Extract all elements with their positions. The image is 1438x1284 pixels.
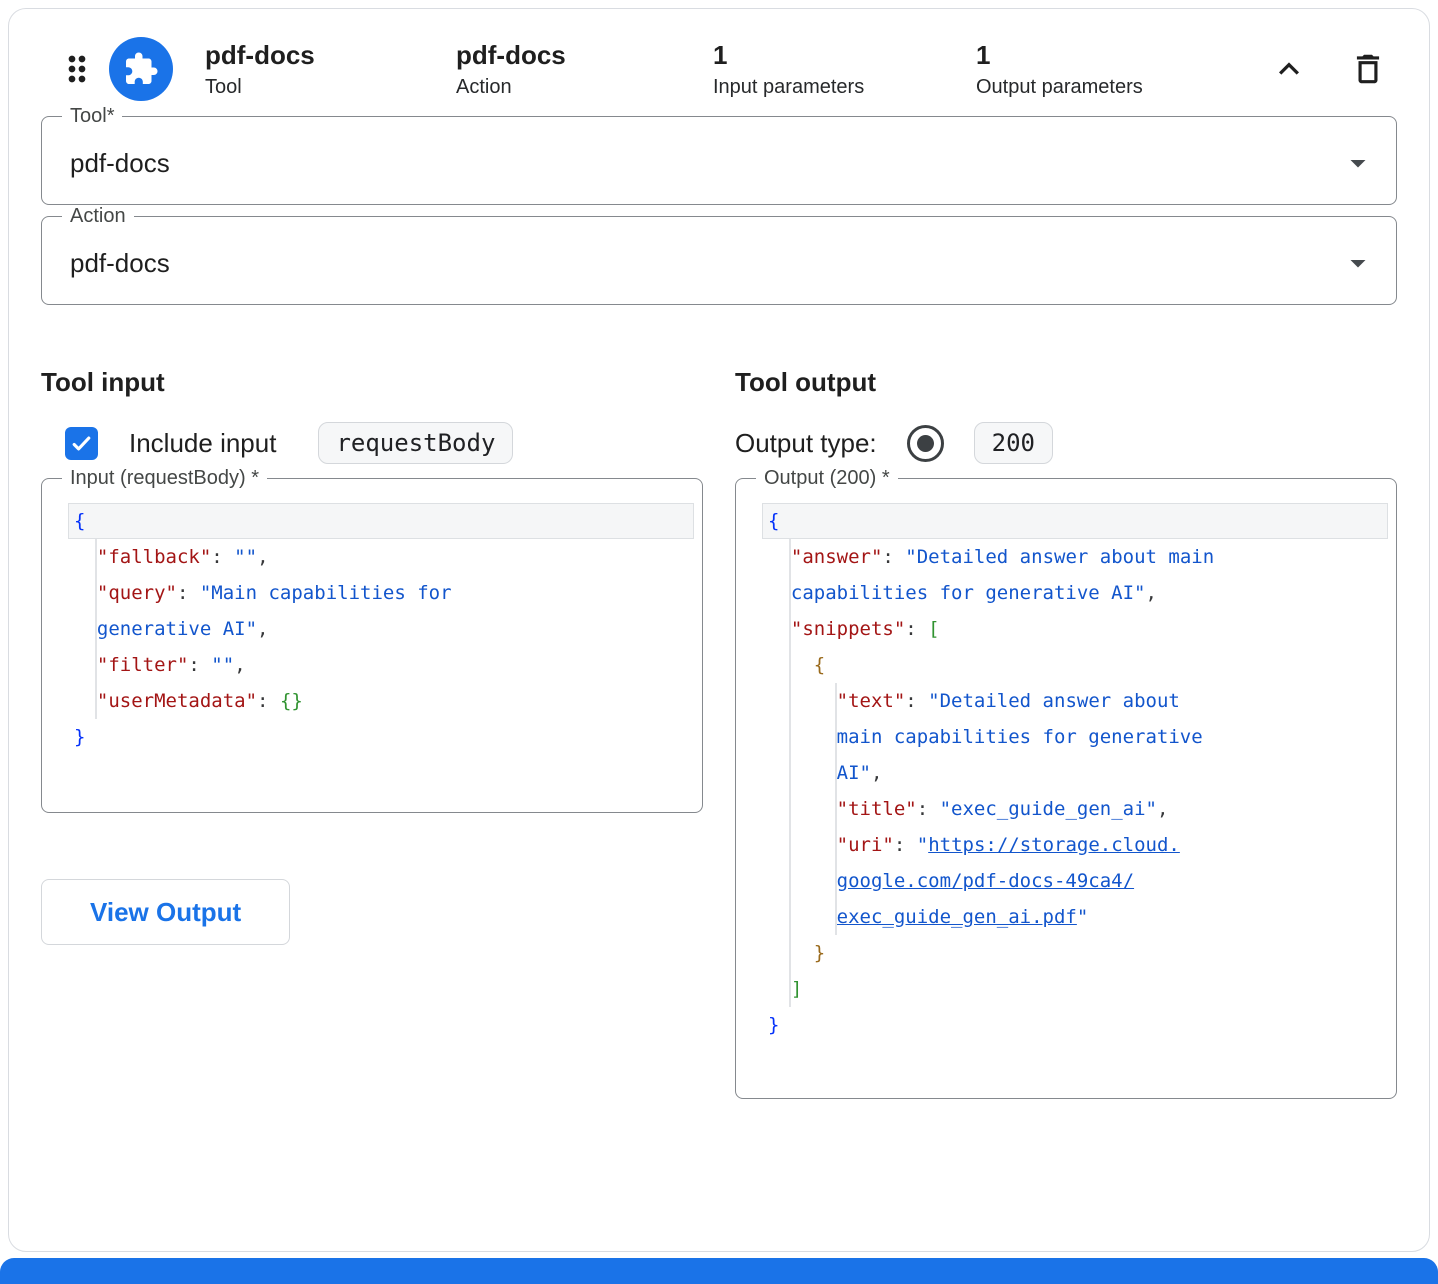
output-json-field: Output (200) * { "answer": "Detailed ans… — [735, 467, 1397, 1099]
input-json-editor[interactable]: { "fallback": "", "query": "Main capabil… — [42, 489, 702, 755]
code-line[interactable]: { — [762, 503, 1388, 539]
tool-field-label: Tool* — [62, 105, 122, 127]
action-field-label: Action — [62, 205, 134, 227]
request-body-chip[interactable]: requestBody — [318, 422, 513, 464]
code-line[interactable]: { — [68, 503, 694, 539]
puzzle-extension-icon — [109, 37, 173, 101]
code-line[interactable]: "answer": "Detailed answer about main — [762, 539, 1388, 575]
output-params-caption: Output parameters — [976, 75, 1269, 99]
header-action-caption: Action — [456, 75, 681, 99]
chevron-up-icon — [1269, 49, 1309, 89]
collapse-button[interactable] — [1269, 49, 1309, 89]
code-line[interactable]: main capabilities for generative — [762, 719, 1388, 755]
output-type-row: Output type: 200 — [735, 419, 1397, 467]
code-line[interactable]: "title": "exec_guide_gen_ai", — [762, 791, 1388, 827]
header-tool-name: pdf-docs — [205, 39, 424, 71]
input-params-count: 1 — [713, 39, 944, 71]
status-200-chip[interactable]: 200 — [974, 422, 1053, 464]
indent-guide — [95, 539, 97, 719]
tool-select-row[interactable]: pdf-docs — [42, 127, 1396, 181]
code-line[interactable]: generative AI", — [68, 611, 694, 647]
code-line[interactable]: ] — [762, 971, 1388, 1007]
card-header: pdf-docs Tool pdf-docs Action 1 Input pa… — [41, 9, 1397, 105]
radio-dot-icon — [917, 435, 934, 452]
code-line[interactable]: } — [762, 1007, 1388, 1043]
code-line[interactable]: capabilities for generative AI", — [762, 575, 1388, 611]
include-input-label: Include input — [129, 428, 276, 459]
code-line[interactable]: { — [762, 647, 1388, 683]
code-line[interactable]: } — [68, 719, 694, 755]
output-type-radio[interactable] — [907, 425, 944, 462]
code-line[interactable]: "snippets": [ — [762, 611, 1388, 647]
tool-card: pdf-docs Tool pdf-docs Action 1 Input pa… — [8, 8, 1430, 1252]
io-columns: Tool input Include input requestBody Inp… — [41, 367, 1397, 1099]
tool-select-value: pdf-docs — [70, 148, 170, 179]
code-line[interactable]: AI", — [762, 755, 1388, 791]
code-line[interactable]: "uri": "https://storage.cloud. — [762, 827, 1388, 863]
header-action-name: pdf-docs — [456, 39, 681, 71]
input-json-field: Input (requestBody) * { "fallback": "", … — [41, 467, 703, 813]
header-output-params-column: 1 Output parameters — [976, 39, 1269, 99]
action-select-value: pdf-docs — [70, 248, 170, 279]
drag-handle-icon[interactable] — [57, 49, 97, 89]
dropdown-arrow-icon — [1340, 245, 1376, 281]
code-line[interactable]: google.com/pdf-docs-49ca4/ — [762, 863, 1388, 899]
trash-icon — [1349, 50, 1387, 88]
header-input-params-column: 1 Input parameters — [713, 39, 944, 99]
tool-output-section: Tool output Output type: 200 Output (200… — [735, 367, 1397, 1099]
code-line[interactable]: "text": "Detailed answer about — [762, 683, 1388, 719]
include-input-row: Include input requestBody — [41, 419, 703, 467]
tool-input-section: Tool input Include input requestBody Inp… — [41, 367, 703, 1099]
code-line[interactable]: "query": "Main capabilities for — [68, 575, 694, 611]
view-output-button[interactable]: View Output — [41, 879, 290, 945]
tool-configuration-panel: pdf-docs Tool pdf-docs Action 1 Input pa… — [0, 0, 1438, 1284]
output-params-count: 1 — [976, 39, 1269, 71]
adjacent-card-edge — [0, 1258, 1438, 1284]
output-type-label: Output type: — [735, 428, 877, 459]
header-action-column: pdf-docs Action — [456, 39, 681, 99]
indent-guide — [789, 539, 791, 1007]
include-input-checkbox[interactable] — [65, 427, 98, 460]
code-line[interactable]: } — [762, 935, 1388, 971]
header-tool-caption: Tool — [205, 75, 424, 99]
header-actions — [1269, 49, 1397, 89]
action-select-row[interactable]: pdf-docs — [42, 227, 1396, 281]
output-json-editor[interactable]: { "answer": "Detailed answer about main … — [736, 489, 1396, 1043]
tool-output-heading: Tool output — [735, 367, 1397, 397]
delete-button[interactable] — [1349, 50, 1387, 88]
output-field-label: Output (200) * — [756, 467, 898, 489]
code-line[interactable]: "fallback": "", — [68, 539, 694, 575]
header-tool-column: pdf-docs Tool — [205, 39, 424, 99]
input-params-caption: Input parameters — [713, 75, 944, 99]
checkmark-icon — [69, 431, 94, 456]
action-select[interactable]: Action pdf-docs — [41, 205, 1397, 305]
tool-select[interactable]: Tool* pdf-docs — [41, 105, 1397, 205]
tool-input-heading: Tool input — [41, 367, 703, 397]
code-line[interactable]: "filter": "", — [68, 647, 694, 683]
input-field-label: Input (requestBody) * — [62, 467, 267, 489]
code-line[interactable]: exec_guide_gen_ai.pdf" — [762, 899, 1388, 935]
dropdown-arrow-icon — [1340, 145, 1376, 181]
code-line[interactable]: "userMetadata": {} — [68, 683, 694, 719]
indent-guide — [835, 683, 837, 935]
